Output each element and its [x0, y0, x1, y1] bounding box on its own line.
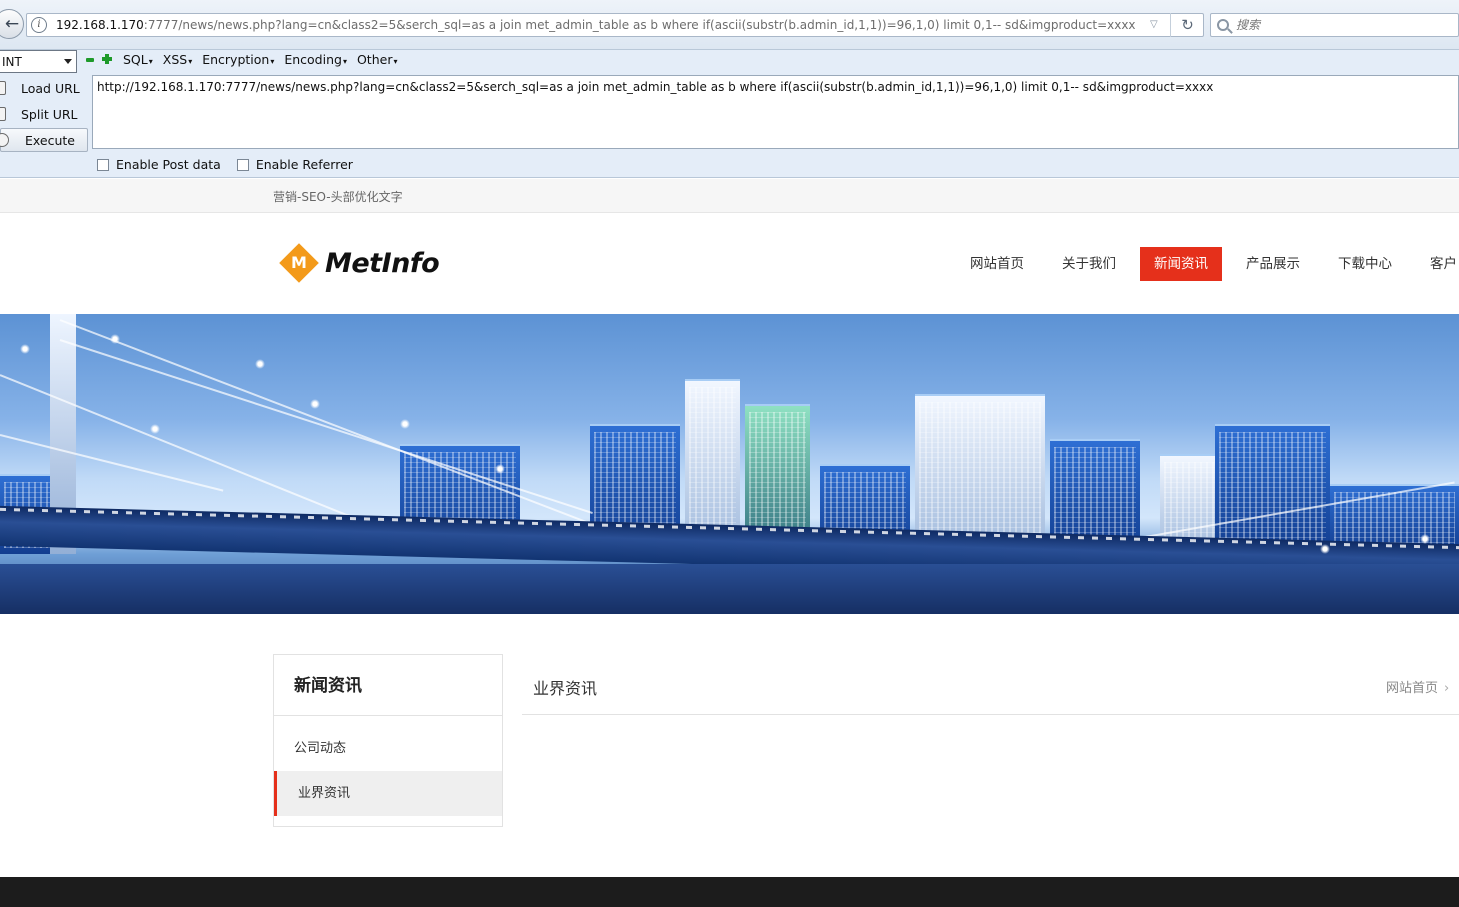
url-text[interactable]: 192.168.1.170:7777/news/news.php?lang=cn…	[56, 18, 1136, 32]
nav-item-about[interactable]: 关于我们	[1048, 247, 1130, 281]
river	[0, 564, 1459, 614]
site-footer	[0, 877, 1459, 907]
sidebar: 新闻资讯 公司动态 业界资讯	[273, 654, 503, 827]
nav-item-customer[interactable]: 客户	[1416, 247, 1459, 281]
split-url-button[interactable]: Split URL	[0, 101, 90, 127]
address-bar[interactable]: i 192.168.1.170:7777/news/news.php?lang=…	[26, 13, 1204, 37]
page-title: 业界资讯	[533, 679, 598, 698]
search-icon	[1217, 19, 1229, 31]
split-url-icon	[0, 107, 6, 121]
logo-text: MetInfo	[325, 247, 440, 279]
execute-icon	[0, 133, 9, 147]
building	[1215, 424, 1330, 554]
light-sparkle	[255, 359, 265, 369]
nav-item-downloads[interactable]: 下载中心	[1324, 247, 1406, 281]
search-box[interactable]	[1210, 13, 1459, 37]
nav-item-news[interactable]: 新闻资讯	[1140, 247, 1222, 281]
logo-mark-icon: M	[279, 243, 319, 283]
site-logo[interactable]: M MetInfo	[279, 243, 440, 283]
back-arrow-icon[interactable]: ←	[0, 9, 24, 39]
light-sparkle	[495, 464, 505, 474]
menu-encryption[interactable]: Encryption	[202, 52, 274, 67]
info-icon[interactable]: i	[31, 17, 47, 33]
sidebar-item-company-news[interactable]: 公司动态	[274, 726, 502, 771]
breadcrumb: 网站首页 ›	[1386, 677, 1449, 696]
load-url-icon	[0, 81, 6, 95]
menu-encoding[interactable]: Encoding	[284, 52, 347, 67]
minus-icon[interactable]	[86, 58, 94, 62]
logo-letter: M	[291, 253, 307, 272]
menu-other[interactable]: Other	[357, 52, 398, 67]
checkbox-icon[interactable]	[97, 158, 109, 171]
enable-post-label: Enable Post data	[116, 157, 221, 172]
execute-label: Execute	[25, 132, 75, 148]
url-path: :7777/news/news.php?lang=cn&class2=5&ser…	[143, 18, 1136, 32]
browser-toolbar: ← i 192.168.1.170:7777/news/news.php?lan…	[0, 0, 1459, 50]
banner-image	[0, 314, 1459, 614]
dropdown-icon[interactable]: ▽	[1150, 19, 1158, 30]
execute-button[interactable]: Execute	[0, 128, 88, 152]
light-sparkle	[20, 344, 30, 354]
split-url-label: Split URL	[21, 106, 78, 122]
main-nav: 网站首页 关于我们 新闻资讯 产品展示 下载中心 客户	[956, 247, 1459, 281]
light-sparkle	[1320, 544, 1330, 554]
light-sparkle	[400, 419, 410, 429]
bridge-cable	[59, 339, 593, 515]
hackbar-menu: SQL XSS Encryption Encoding Other	[123, 52, 397, 67]
enable-post-checkbox[interactable]: Enable Post data	[97, 157, 221, 172]
nav-item-products[interactable]: 产品展示	[1232, 247, 1314, 281]
menu-sql[interactable]: SQL	[123, 52, 153, 67]
hackbar-actions: Load URL Split URL Execute	[0, 75, 90, 152]
load-url-button[interactable]: Load URL	[0, 75, 90, 101]
search-input[interactable]	[1236, 18, 1436, 32]
light-sparkle	[1420, 534, 1430, 544]
encoding-select-value: INT	[2, 54, 22, 69]
chevron-down-icon	[64, 59, 72, 64]
sidebar-title: 新闻资讯	[274, 655, 502, 716]
url-textarea[interactable]: http://192.168.1.170:7777/news/news.php?…	[92, 75, 1459, 149]
sidebar-item-industry-news[interactable]: 业界资讯	[274, 771, 502, 816]
reload-icon[interactable]: ↻	[1170, 13, 1204, 37]
encoding-select[interactable]: INT	[0, 50, 77, 73]
content-header: 业界资讯 网站首页 ›	[522, 654, 1459, 715]
enable-referrer-checkbox[interactable]: Enable Referrer	[236, 157, 353, 172]
hackbar-panel: INT SQL XSS Encryption Encoding Other Lo…	[0, 50, 1459, 178]
enable-referrer-label: Enable Referrer	[255, 157, 353, 172]
site-header: M MetInfo 网站首页 关于我们 新闻资讯 产品展示 下载中心 客户	[0, 214, 1459, 314]
light-sparkle	[310, 399, 320, 409]
nav-item-home[interactable]: 网站首页	[956, 247, 1038, 281]
url-host: 192.168.1.170	[56, 18, 144, 32]
load-url-label: Load URL	[21, 80, 80, 96]
seo-text: 营销-SEO-头部优化文字	[273, 190, 403, 204]
checkbox-icon[interactable]	[236, 158, 249, 171]
plus-icon[interactable]	[102, 54, 112, 64]
site-top-strip: 营销-SEO-头部优化文字	[0, 179, 1459, 213]
breadcrumb-home[interactable]: 网站首页	[1386, 681, 1438, 696]
menu-xss[interactable]: XSS	[163, 52, 192, 67]
chevron-right-icon: ›	[1444, 681, 1450, 696]
light-sparkle	[150, 424, 160, 434]
hackbar-options: Enable Post data Enable Referrer	[97, 157, 353, 172]
light-sparkle	[110, 334, 120, 344]
